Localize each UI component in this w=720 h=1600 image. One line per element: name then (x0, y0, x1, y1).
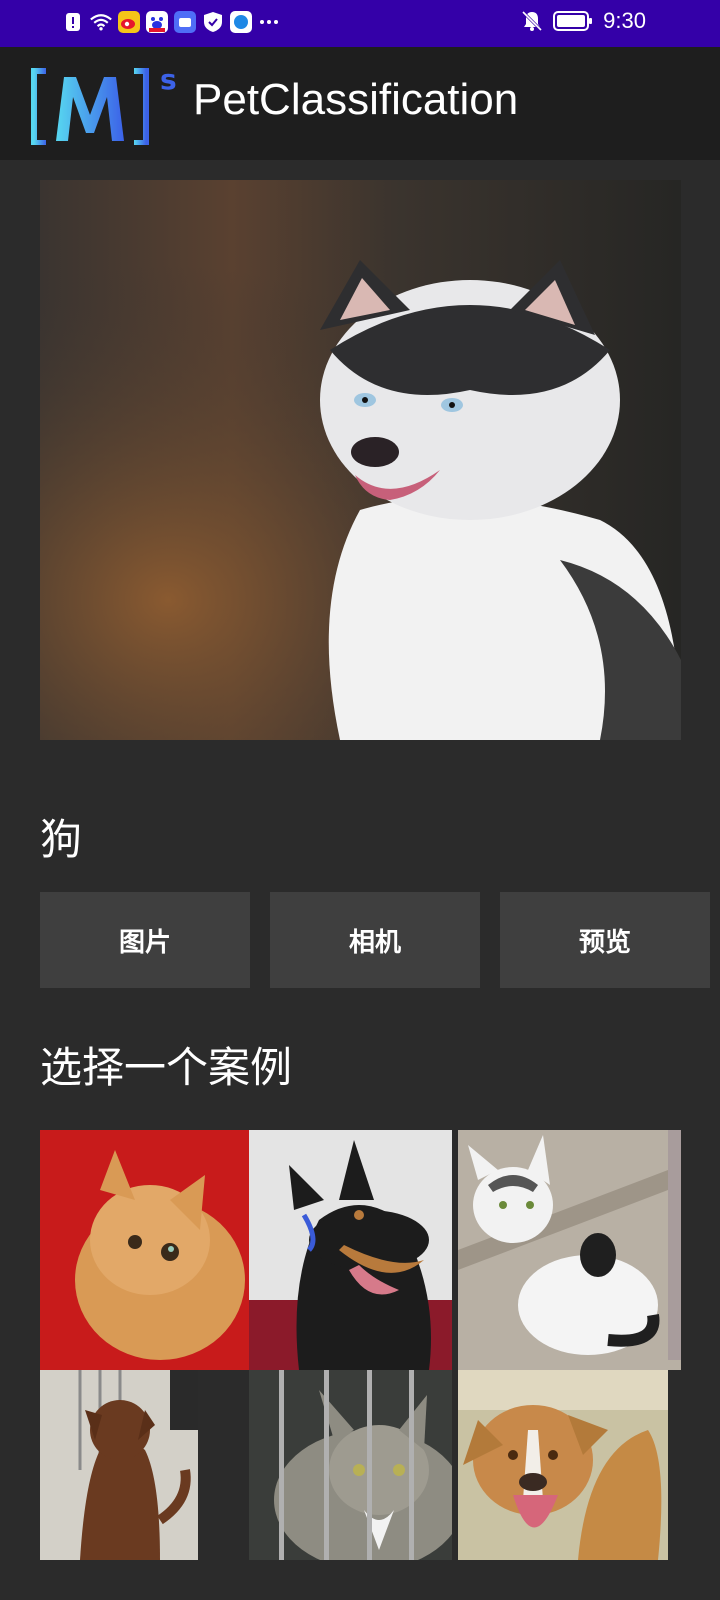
example-orange-cat[interactable] (40, 1130, 249, 1370)
status-left-icons (62, 10, 280, 34)
preview-button[interactable]: 预览 (500, 892, 710, 988)
svg-text:s: s (160, 63, 177, 96)
mindspore-logo: s (30, 61, 184, 146)
husky-photo (40, 180, 681, 740)
example-tabby-cat-behind-bars[interactable] (249, 1370, 452, 1560)
status-right-icons: 9:30 (521, 8, 646, 34)
shield-icon (202, 10, 224, 34)
example-brown-dog[interactable] (40, 1370, 198, 1560)
more-icon (258, 10, 280, 34)
image-button[interactable]: 图片 (40, 892, 250, 988)
status-bar: 9:30 (0, 0, 720, 47)
mute-icon (521, 9, 543, 33)
alert-icon (62, 10, 84, 34)
example-pitbull-dog[interactable] (458, 1370, 668, 1560)
selected-pet-image (40, 180, 681, 740)
baidu-icon (146, 10, 168, 34)
wifi-icon (90, 10, 112, 34)
examples-title: 选择一个案例 (40, 1043, 293, 1092)
classification-result: 狗 (40, 815, 83, 864)
app-icon (174, 10, 196, 34)
browser-icon (230, 10, 252, 34)
example-doberman-dog[interactable] (249, 1130, 452, 1370)
camera-button[interactable]: 相机 (270, 892, 480, 988)
example-white-black-cat[interactable] (458, 1130, 681, 1370)
app-title: PetClassification (193, 75, 519, 124)
status-time: 9:30 (603, 8, 646, 33)
weibo-icon (118, 10, 140, 34)
app-bar: s PetClassification (0, 47, 720, 160)
battery-icon (553, 9, 593, 33)
